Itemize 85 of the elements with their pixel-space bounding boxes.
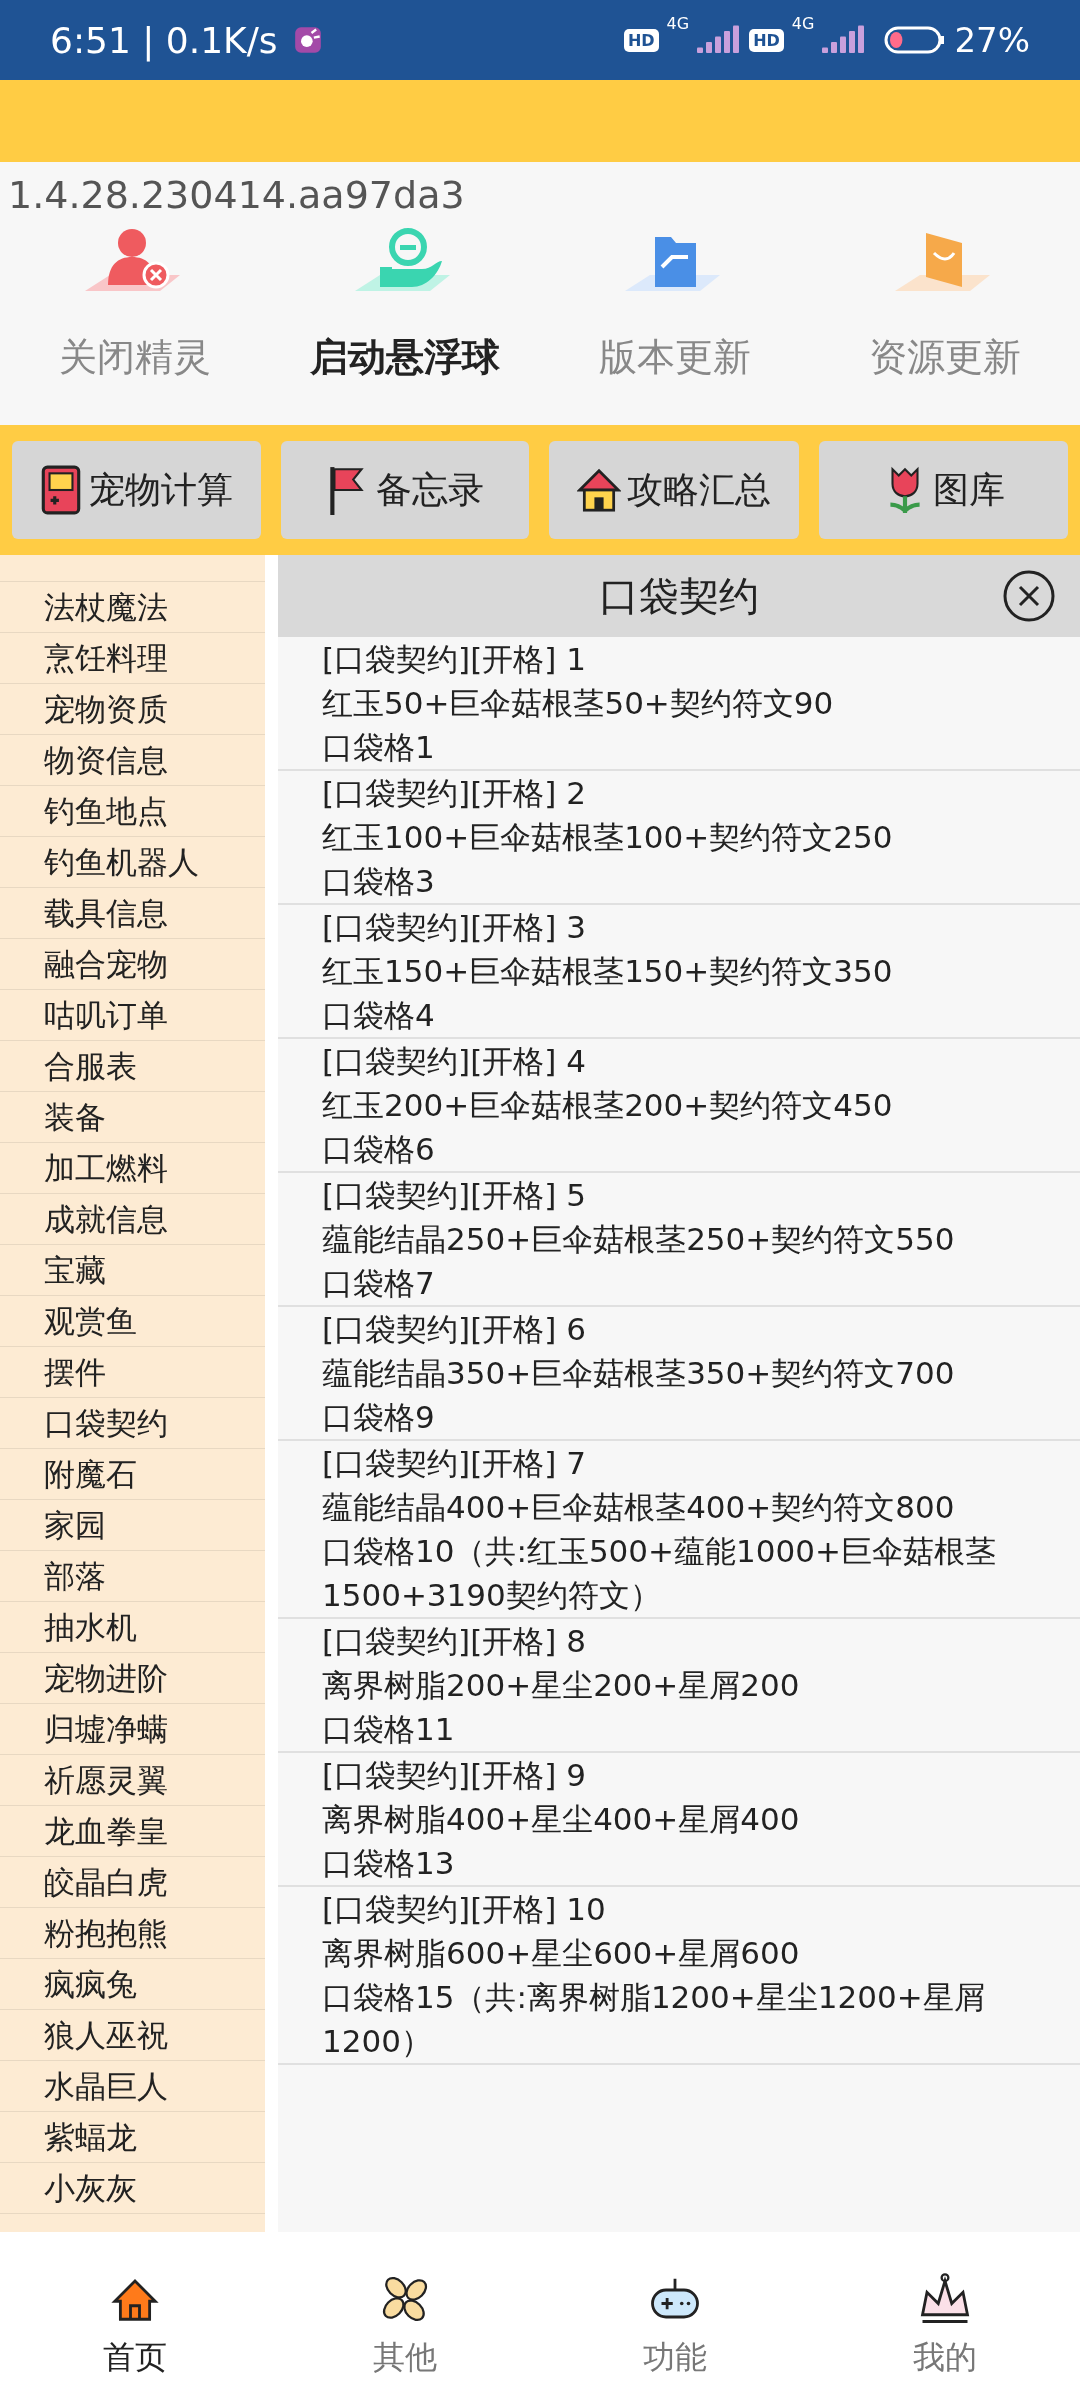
- entry-title: [口袋契约][开格] 1: [322, 640, 587, 679]
- battery-percent: 27%: [954, 20, 1030, 60]
- entry-title: [口袋契约][开格] 9: [322, 1756, 587, 1795]
- sidebar-item[interactable]: 皎晶白虎: [0, 1857, 265, 1908]
- status-time: 6:51 | 0.1K/s: [50, 19, 278, 61]
- entry-title: [口袋契约][开格] 6: [322, 1310, 587, 1349]
- network-label: 4G: [791, 14, 815, 33]
- nav-tab[interactable]: 首页: [0, 2232, 270, 2400]
- nav-tab[interactable]: 其他: [270, 2232, 540, 2400]
- sidebar-item[interactable]: 疯疯兔: [0, 1959, 265, 2010]
- sidebar-item[interactable]: 融合宠物: [0, 939, 265, 990]
- sidebar-item[interactable]: 部落: [0, 1551, 265, 1602]
- sidebar-item[interactable]: 龙血拳皇: [0, 1806, 265, 1857]
- crown-icon: [918, 2272, 972, 2326]
- toolbar-button[interactable]: 宠物计算: [12, 441, 261, 539]
- entry-cost: 蕴能结晶350+巨伞菇根茎350+契约符文700: [322, 1354, 956, 1393]
- panel-title: 口袋契约: [599, 571, 759, 621]
- sidebar-item[interactable]: 钓鱼地点: [0, 786, 265, 837]
- entry-cost: 红玉150+巨伞菇根茎150+契约符文350: [322, 952, 894, 991]
- entry-result: 口袋格7: [322, 1264, 436, 1303]
- sidebar-item[interactable]: 烹饪料理: [0, 633, 265, 684]
- toolbar-button[interactable]: 攻略汇总: [549, 441, 800, 539]
- entry-cost: 离界树脂400+星尘400+星屑400: [322, 1800, 801, 1839]
- entry-cost: 离界树脂600+星尘600+星屑600: [322, 1934, 801, 1973]
- entry-title: [口袋契约][开格] 5: [322, 1176, 587, 1215]
- sidebar-item[interactable]: 加工燃料: [0, 1143, 265, 1194]
- sidebar-item[interactable]: 抽水机: [0, 1602, 265, 1653]
- nav-tab[interactable]: 我的: [810, 2232, 1080, 2400]
- entry-result: 口袋格6: [322, 1130, 436, 1169]
- hd-badge: HD: [623, 28, 659, 52]
- entry-title: [口袋契约][开格] 3: [322, 908, 587, 947]
- sidebar-item[interactable]: 家园: [0, 1500, 265, 1551]
- sidebar-item[interactable]: 水晶巨人: [0, 2061, 265, 2112]
- entry-cost: 红玉50+巨伞菇根茎50+契约符文90: [322, 684, 835, 723]
- entry-cost: 红玉100+巨伞菇根茎100+契约符文250: [322, 818, 894, 857]
- sidebar-item[interactable]: 宝藏: [0, 1245, 265, 1296]
- entry-cost: 蕴能结晶400+巨伞菇根茎400+契约符文800: [322, 1488, 956, 1527]
- hd-badge: HD: [749, 28, 784, 52]
- app-icon: [293, 26, 322, 54]
- entry-cost: 离界树脂200+星尘200+星屑200: [322, 1666, 801, 1705]
- sidebar-item[interactable]: 口袋契约: [0, 1398, 265, 1449]
- entry-result: 口袋格1: [322, 728, 436, 767]
- nav-tab[interactable]: 功能: [540, 2232, 810, 2400]
- entry-cost: 蕴能结晶250+巨伞菇根茎250+契约符文550: [322, 1220, 956, 1259]
- sidebar-item[interactable]: 钓鱼机器人: [0, 837, 265, 888]
- sidebar-item[interactable]: 物资信息: [0, 735, 265, 786]
- sidebar-item[interactable]: 装备: [0, 1092, 265, 1143]
- entry-title: [口袋契约][开格] 4: [322, 1042, 587, 1081]
- entry-result: 口袋格11: [322, 1710, 456, 1749]
- sidebar-item[interactable]: 附魔石: [0, 1449, 265, 1500]
- sidebar-item[interactable]: 观赏鱼: [0, 1296, 265, 1347]
- entry-cost: 红玉200+巨伞菇根茎200+契约符文450: [322, 1086, 894, 1125]
- signal-icon: [822, 25, 867, 55]
- entry-result: 口袋格10（共:红玉500+蕴能1000+巨伞菇根茎1500+3190契约符文）: [322, 1532, 997, 1615]
- sidebar-item[interactable]: 合服表: [0, 1041, 265, 1092]
- entry-result: 口袋格4: [322, 996, 436, 1035]
- sidebar-item[interactable]: 归墟净螨: [0, 1704, 265, 1755]
- sidebar-item[interactable]: 祈愿灵翼: [0, 1755, 265, 1806]
- entry-title: [口袋契约][开格] 7: [322, 1444, 587, 1483]
- sidebar-item[interactable]: 小灰灰: [0, 2163, 265, 2214]
- close-icon[interactable]: [1002, 569, 1056, 623]
- sidebar-item[interactable]: 摆件: [0, 1347, 265, 1398]
- entry-title: [口袋契约][开格] 2: [322, 774, 587, 813]
- toolbar-button[interactable]: 图库: [819, 441, 1068, 539]
- version-text: 1.4.28.230414.aa97da3: [7, 172, 466, 219]
- battery-icon: [884, 25, 947, 55]
- entry-result: 口袋格13: [322, 1844, 456, 1883]
- entry-result: 口袋格3: [322, 862, 436, 901]
- sidebar-item[interactable]: 载具信息: [0, 888, 265, 939]
- sidebar-item[interactable]: 法杖魔法: [0, 582, 265, 633]
- entry-title: [口袋契约][开格] 8: [322, 1622, 587, 1661]
- entry-result: 口袋格15（共:离界树脂1200+星尘1200+星屑1200）: [322, 1978, 986, 2061]
- sidebar-item[interactable]: 咕叽订单: [0, 990, 265, 1041]
- sidebar-item[interactable]: 粉抱抱熊: [0, 1908, 265, 1959]
- entry-result: 口袋格9: [322, 1398, 436, 1437]
- sidebar-item[interactable]: 狼人巫祝: [0, 2010, 265, 2061]
- sidebar-item[interactable]: 宠物进阶: [0, 1653, 265, 1704]
- entry-title: [口袋契约][开格] 10: [322, 1890, 607, 1929]
- sidebar-item[interactable]: 紫蝠龙: [0, 2112, 265, 2163]
- action-button[interactable]: 启动悬浮球: [270, 220, 540, 383]
- network-label: 4G: [666, 14, 690, 33]
- sidebar-item[interactable]: 成就信息: [0, 1194, 265, 1245]
- toolbar-button[interactable]: 备忘录: [280, 441, 529, 539]
- sidebar-item[interactable]: 宠物资质: [0, 684, 265, 735]
- signal-icon: [697, 25, 742, 55]
